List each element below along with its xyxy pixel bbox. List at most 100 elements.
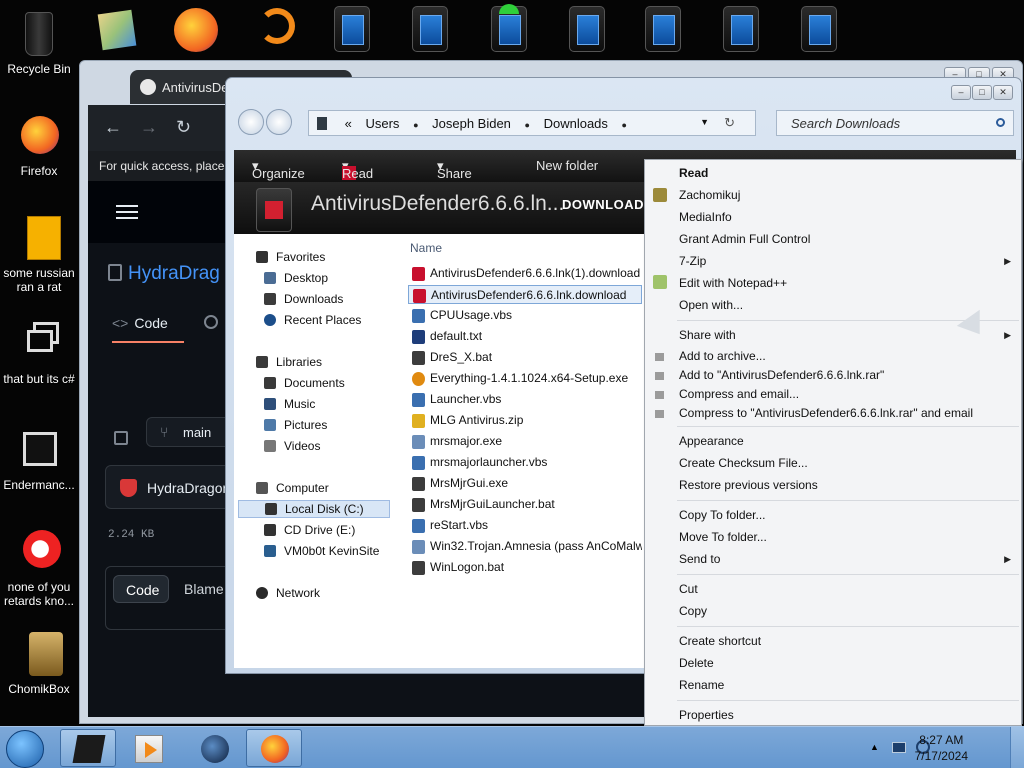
file-row[interactable]: mrsmajor.exe	[408, 432, 642, 451]
nav-videos[interactable]: Videos	[264, 439, 320, 453]
menu-compress-email[interactable]: Compress and email...	[679, 387, 799, 401]
breadcrumb-users[interactable]: Users	[365, 116, 399, 131]
file-row[interactable]: reStart.vbs	[408, 516, 642, 535]
menu-mediainfo[interactable]: MediaInfo	[679, 210, 732, 224]
menu-read[interactable]: Read	[679, 166, 708, 180]
nav-cd-drive[interactable]: CD Drive (E:)	[264, 523, 355, 537]
menu-send-to[interactable]: Send to	[679, 552, 720, 566]
menu-share-with[interactable]: Share with	[679, 328, 736, 342]
clock[interactable]: 8:27 AM 7/17/2024	[915, 732, 968, 764]
chomikbox-shortcut[interactable]: ChomikBox	[0, 630, 78, 696]
nav-libraries[interactable]: Libraries	[256, 355, 322, 369]
top-firefox-shortcut[interactable]	[170, 4, 218, 56]
sidebar-toggle-icon[interactable]	[114, 431, 128, 445]
repo-title[interactable]: HydraDrag	[108, 263, 220, 285]
menu-checksum[interactable]: Create Checksum File...	[679, 456, 808, 470]
explorer-maximize-button[interactable]: □	[972, 85, 992, 100]
top-phone-2[interactable]	[408, 4, 456, 56]
menu-add-archive[interactable]: Add to archive...	[679, 349, 766, 363]
nav-local-disk[interactable]: Local Disk (C:)	[238, 500, 390, 518]
menu-properties[interactable]: Properties	[679, 708, 734, 722]
top-phone-3[interactable]	[487, 4, 535, 56]
top-phone-6[interactable]	[719, 4, 767, 56]
taskbar-app-globe[interactable]	[186, 729, 242, 767]
back-arrow-icon[interactable]: ←	[104, 117, 122, 138]
firefox-shortcut[interactable]: Firefox	[0, 112, 78, 178]
nav-music[interactable]: Music	[264, 397, 315, 411]
menu-rename[interactable]: Rename	[679, 678, 724, 692]
menu-compress-rar-email[interactable]: Compress to "AntivirusDefender6.6.6.lnk.…	[679, 406, 973, 420]
top-arc-shortcut[interactable]	[255, 4, 303, 56]
file-row[interactable]: CPUUsage.vbs	[408, 306, 642, 325]
file-row[interactable]: AntivirusDefender6.6.6.lnk(1).download	[408, 264, 642, 283]
top-phone-5[interactable]	[641, 4, 689, 56]
nav-documents[interactable]: Documents	[264, 376, 345, 390]
menu-restore-versions[interactable]: Restore previous versions	[679, 478, 818, 492]
breadcrumb-joseph[interactable]: Joseph Biden	[432, 116, 511, 131]
recycle-bin-shortcut[interactable]: Recycle Bin	[0, 10, 78, 76]
hydra-file-header[interactable]: HydraDragon	[105, 465, 235, 509]
menu-add-rar[interactable]: Add to "AntivirusDefender6.6.6.lnk.rar"	[679, 368, 884, 382]
breadcrumb-downloads[interactable]: Downloads	[544, 116, 608, 131]
file-row[interactable]: Launcher.vbs	[408, 390, 642, 409]
top-phone-4[interactable]	[565, 4, 613, 56]
read-button[interactable]: Read ▾	[342, 158, 373, 181]
file-row[interactable]: MrsMjrGuiLauncher.bat	[408, 495, 642, 514]
csharp-shortcut[interactable]: that but its c#	[0, 320, 78, 386]
file-row[interactable]: Everything-1.4.1.1024.x64-Setup.exe	[408, 369, 642, 388]
menu-grant-admin[interactable]: Grant Admin Full Control	[679, 232, 810, 246]
branch-selector[interactable]: ⑂ main	[146, 417, 236, 447]
hamburger-menu-icon[interactable]	[116, 205, 138, 219]
file-row[interactable]: mrsmajorlauncher.vbs	[408, 453, 642, 472]
russian-rat-shortcut[interactable]: some russian ran a rat	[0, 214, 78, 294]
refresh-icon[interactable]: ↻	[724, 115, 735, 131]
nav-favorites[interactable]: Favorites	[256, 250, 325, 264]
issues-circle-icon[interactable]	[204, 315, 218, 329]
top-folder-shortcut[interactable]	[94, 4, 142, 56]
file-row[interactable]: MrsMjrGui.exe	[408, 474, 642, 493]
forward-button[interactable]	[266, 109, 292, 135]
menu-cut[interactable]: Cut	[679, 582, 698, 596]
network-tray-icon[interactable]	[892, 742, 906, 753]
tray-expand-icon[interactable]: ▲	[870, 742, 879, 752]
file-row[interactable]: default.txt	[408, 327, 642, 346]
top-phone-7[interactable]	[797, 4, 845, 56]
menu-open-with[interactable]: Open with...	[679, 298, 743, 312]
taskbar-app-terminal[interactable]	[60, 729, 116, 767]
none-of-you-shortcut[interactable]: none of you retards kno...	[0, 528, 78, 608]
breadcrumb[interactable]: « Users ● Joseph Biden ● Downloads ● ▼ ↻	[308, 110, 756, 136]
column-header-name[interactable]: Name	[410, 241, 442, 255]
file-row[interactable]: AntivirusDefender6.6.6.lnk.download	[408, 285, 642, 304]
top-phone-1[interactable]	[330, 4, 378, 56]
organize-menu[interactable]: Organize ▾	[252, 158, 305, 181]
nav-pictures[interactable]: Pictures	[264, 418, 327, 432]
forward-arrow-icon[interactable]: →	[140, 117, 158, 138]
blame-button[interactable]: Blame	[184, 581, 224, 597]
new-folder-button[interactable]: New folder	[536, 158, 598, 173]
nav-recent[interactable]: Recent Places	[264, 313, 361, 327]
back-button[interactable]	[238, 109, 264, 135]
file-row[interactable]: DreS_X.bat	[408, 348, 642, 367]
file-row[interactable]: MLG Antivirus.zip	[408, 411, 642, 430]
code-button[interactable]: Code	[113, 575, 169, 603]
nav-computer[interactable]: Computer	[256, 481, 329, 495]
nav-desktop[interactable]: Desktop	[264, 271, 328, 285]
menu-7zip[interactable]: 7-Zip	[679, 254, 706, 268]
tab-code[interactable]: <> Code	[112, 315, 184, 343]
breadcrumb-separator-icon[interactable]: ●	[622, 120, 627, 130]
menu-move-to-folder[interactable]: Move To folder...	[679, 530, 767, 544]
taskbar-app-firefox[interactable]	[246, 729, 302, 767]
taskbar-app-media[interactable]	[120, 729, 176, 767]
file-row[interactable]: WinLogon.bat	[408, 558, 642, 577]
search-input[interactable]: Search Downloads	[776, 110, 1014, 136]
menu-delete[interactable]: Delete	[679, 656, 714, 670]
share-with-menu[interactable]: Share with ▾	[437, 158, 472, 196]
menu-appearance[interactable]: Appearance	[679, 434, 744, 448]
nav-downloads[interactable]: Downloads	[264, 292, 343, 306]
breadcrumb-separator-icon[interactable]: ●	[413, 120, 418, 130]
menu-copy[interactable]: Copy	[679, 604, 707, 618]
explorer-minimize-button[interactable]: –	[951, 85, 971, 100]
file-row[interactable]: Win32.Trojan.Amnesia (pass AnCoMalwa	[408, 537, 642, 556]
show-desktop-button[interactable]	[1010, 727, 1024, 768]
menu-create-shortcut[interactable]: Create shortcut	[679, 634, 761, 648]
